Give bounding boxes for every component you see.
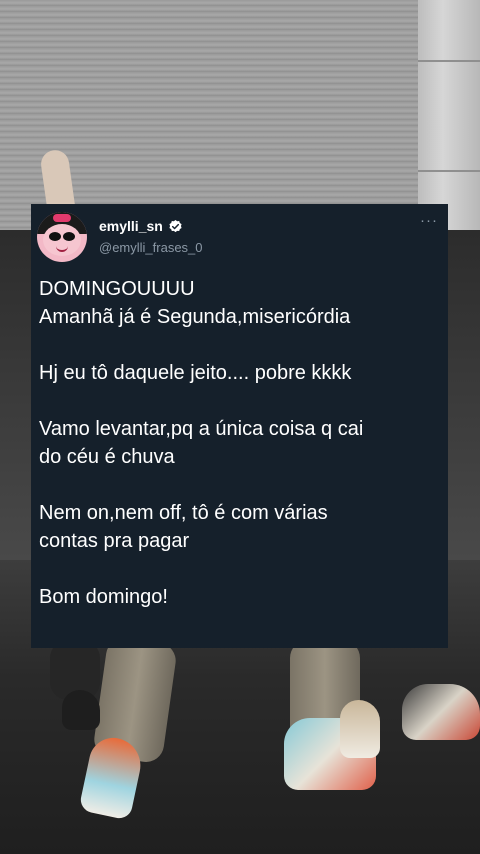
tweet-line: Amanhã já é Segunda,misericórdia: [39, 306, 351, 328]
background-sneaker: [62, 690, 100, 730]
avatar-bow: [53, 214, 71, 222]
display-name[interactable]: emylli_sn: [99, 218, 163, 234]
verified-badge-icon: [169, 219, 182, 232]
tweet-line: contas pra pagar: [39, 530, 190, 552]
background-pillar-seam: [418, 60, 480, 62]
avatar-eye: [49, 232, 61, 241]
avatar-eye: [63, 232, 75, 241]
background-sneaker: [340, 700, 380, 758]
tweet-line: Nem on,nem off, tô é com várias: [39, 502, 328, 524]
tweet-line: Vamo levantar,pq a única coisa q cai: [39, 418, 364, 440]
avatar[interactable]: [37, 212, 87, 262]
tweet-card[interactable]: emylli_sn @emylli_frases_0 ··· DOMINGOUU…: [31, 204, 448, 648]
tweet-line: Bom domingo!: [39, 586, 168, 608]
tweet-line: Hj eu tô daquele jeito.... pobre kkkk: [39, 362, 352, 384]
background-sneaker: [402, 684, 480, 740]
background-pillar-seam: [418, 170, 480, 172]
author-name-row[interactable]: emylli_sn: [99, 218, 183, 234]
tweet-text: DOMINGOUUUU Amanhã já é Segunda,misericó…: [39, 275, 439, 611]
tweet-line: do céu é chuva: [39, 446, 175, 468]
ellipsis-icon[interactable]: ···: [420, 212, 438, 229]
tweet-line: DOMINGOUUUU: [39, 278, 195, 300]
username-handle[interactable]: @emylli_frases_0: [99, 240, 203, 255]
